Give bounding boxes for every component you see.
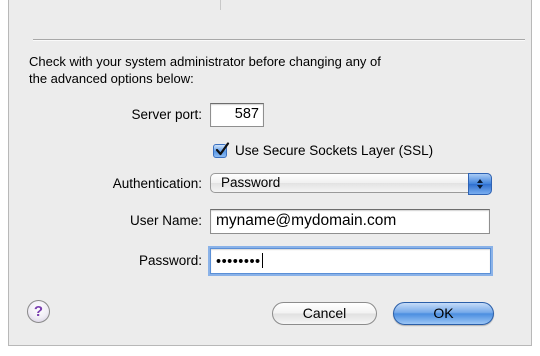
user-name-label: User Name:: [129, 213, 202, 228]
ssl-checkbox-label[interactable]: Use Secure Sockets Layer (SSL): [235, 143, 433, 158]
instructions-line-2: the advanced options below:: [29, 71, 194, 86]
authentication-label: Authentication:: [112, 176, 202, 191]
password-field[interactable]: ••••••••: [210, 248, 491, 274]
help-button[interactable]: ?: [27, 300, 50, 323]
server-port-label: Server port:: [131, 107, 202, 122]
question-mark-icon: ?: [33, 303, 44, 320]
authentication-value: Password: [221, 175, 281, 190]
top-edge-divider: [220, 0, 221, 10]
password-mask: ••••••••: [216, 254, 261, 270]
text-caret: [261, 253, 263, 268]
user-name-field[interactable]: myname@mydomain.com: [210, 209, 490, 234]
ok-button[interactable]: OK: [393, 302, 494, 325]
arrow-down-icon: [477, 185, 483, 189]
instructions-line-1: Check with your system administrator bef…: [29, 54, 381, 69]
ssl-checkbox-row[interactable]: Use Secure Sockets Layer (SSL): [213, 141, 433, 158]
arrow-up-icon: [477, 179, 483, 183]
popup-arrows-icon[interactable]: [468, 173, 492, 195]
cancel-button[interactable]: Cancel: [272, 302, 377, 325]
ssl-checkbox[interactable]: [213, 141, 230, 158]
authentication-popup[interactable]: Password: [210, 173, 492, 195]
section-divider: [33, 39, 525, 41]
checkmark-icon: [215, 141, 230, 155]
instructions-text: Check with your system administrator bef…: [29, 53, 499, 87]
password-label: Password:: [138, 253, 202, 268]
server-port-field[interactable]: 587: [210, 103, 264, 127]
